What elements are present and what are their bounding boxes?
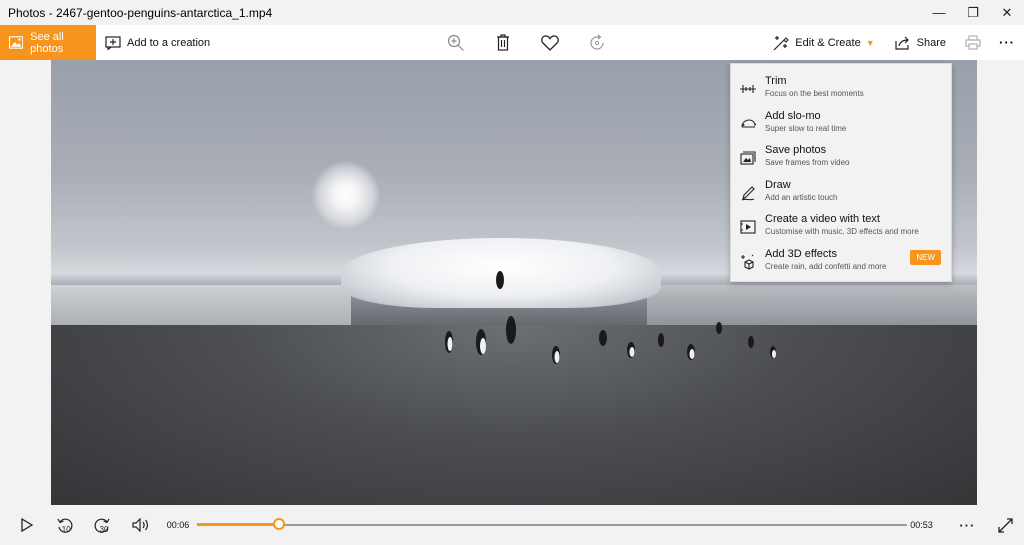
menu-item-video-text[interactable]: Create a video with text Customise with m… [731, 208, 951, 243]
edit-create-button[interactable]: Edit & Create ▼ [763, 25, 884, 60]
video-text-icon [739, 218, 757, 236]
menu-item-subtitle: Create rain, add confetti and more [765, 261, 887, 271]
photos-icon [9, 36, 24, 49]
add-to-creation-button[interactable]: Add to a creation [96, 25, 210, 60]
menu-item-subtitle: Add an artistic touch [765, 192, 838, 202]
forward-button[interactable]: 30 [84, 505, 122, 545]
volume-button[interactable] [121, 505, 159, 545]
seek-thumb[interactable] [272, 518, 285, 530]
close-icon: ✕ [1001, 4, 1013, 20]
chevron-down-icon: ▼ [865, 37, 875, 48]
print-icon [965, 35, 981, 50]
menu-item-title: Trim [765, 75, 787, 87]
menu-item-title: Draw [765, 178, 791, 191]
zoom-button[interactable] [432, 25, 479, 60]
play-button[interactable] [8, 505, 46, 545]
app-toolbar: See all photos Add to a creation Edit & … [0, 25, 1024, 60]
add-creation-icon [105, 35, 121, 50]
menu-item-3d-effects[interactable]: Add 3D effects Create rain, add confetti … [731, 243, 951, 278]
close-button[interactable]: ✕ [990, 0, 1024, 25]
menu-item-save-photos[interactable]: Save photos Save frames from video [731, 139, 951, 174]
total-time: 00:53 [910, 520, 933, 530]
see-all-photos-label: See all photos [30, 30, 64, 55]
window-title: Photos - 2467-gentoo-penguins-antarctica… [8, 5, 273, 20]
menu-item-draw[interactable]: Draw Add an artistic touch [731, 174, 951, 209]
favorite-button[interactable] [526, 25, 573, 60]
trim-icon [739, 80, 757, 98]
menu-item-title: Add slo-mo [765, 109, 821, 122]
edit-create-menu: Trim Focus on the best moments Add slo-mo… [730, 63, 952, 282]
fullscreen-icon [997, 517, 1013, 533]
seek-bar[interactable] [196, 505, 907, 545]
rewind-button[interactable]: 10 [46, 505, 84, 545]
restore-button[interactable]: ❐ [956, 0, 990, 25]
menu-item-title: Add 3D effects [765, 247, 837, 260]
restore-icon: ❐ [967, 4, 979, 20]
menu-item-subtitle: Customise with music, 3D effects and mor… [765, 227, 919, 236]
share-button[interactable]: Share [885, 25, 956, 60]
new-badge: NEW [910, 249, 941, 265]
rotate-button[interactable] [573, 25, 620, 60]
title-bar: Photos - 2467-gentoo-penguins-antarctica… [0, 0, 1024, 25]
center-tools [432, 25, 620, 60]
minimize-icon: — [932, 5, 946, 20]
menu-item-trim[interactable]: Trim Focus on the best moments [731, 70, 951, 105]
playback-more-button[interactable]: ··· [948, 505, 986, 545]
see-all-photos-button[interactable]: See all photos [0, 25, 96, 60]
share-icon [895, 36, 909, 50]
rewind-seconds: 10 [61, 525, 71, 534]
edit-create-label: Edit & Create [795, 36, 861, 49]
zoom-in-icon [447, 34, 464, 51]
more-options-button[interactable]: ··· [990, 25, 1024, 60]
rotate-icon [589, 34, 604, 50]
add-to-creation-label: Add to a creation [127, 36, 211, 49]
menu-item-title: Save photos [765, 144, 827, 156]
minimize-button[interactable]: — [922, 0, 956, 25]
menu-item-subtitle: Super slow to real time [765, 123, 847, 133]
seek-track [196, 524, 907, 526]
menu-item-slomo[interactable]: Add slo-mo Super slow to real time [731, 105, 951, 140]
volume-icon [132, 518, 148, 532]
share-label: Share [916, 36, 946, 49]
more-icon: ··· [999, 35, 1015, 50]
slomo-icon [739, 115, 757, 133]
right-tools: Edit & Create ▼ Share ··· [763, 25, 1024, 60]
forward-seconds: 30 [99, 525, 109, 534]
save-photos-icon [739, 149, 757, 167]
current-time: 00:06 [166, 520, 190, 530]
playback-controls: 10 30 00:06 00:53 ··· [0, 505, 1024, 545]
more-icon: ··· [959, 517, 976, 533]
edit-create-icon [773, 35, 790, 50]
fullscreen-button[interactable] [986, 505, 1024, 545]
seek-progress [196, 523, 279, 526]
trash-icon [496, 34, 509, 51]
delete-button[interactable] [479, 25, 526, 60]
draw-icon [739, 184, 757, 202]
play-icon [21, 518, 33, 532]
menu-item-subtitle: Focus on the best moments [765, 89, 864, 98]
menu-item-title: Create a video with text [765, 213, 880, 225]
3d-effects-icon [739, 253, 757, 271]
heart-icon [540, 34, 559, 51]
menu-item-subtitle: Save frames from video [765, 158, 850, 167]
print-button[interactable] [956, 25, 990, 60]
